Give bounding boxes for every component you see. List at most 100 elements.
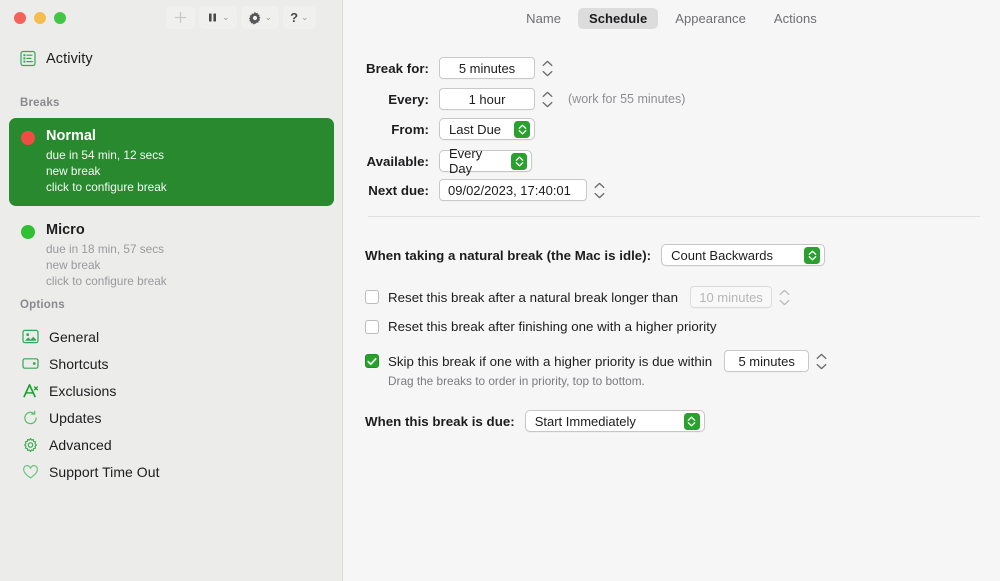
- field-row-every: Every: 1 hour (work for 55 minutes): [351, 88, 685, 110]
- break-item-normal[interactable]: Normal due in 54 min, 12 secs new break …: [9, 118, 334, 206]
- sidebar: ⌄ ⌄ ? ⌄: [0, 0, 343, 581]
- break-for-label: Break for:: [351, 61, 429, 76]
- natural-break-label: When taking a natural break (the Mac is …: [365, 248, 651, 263]
- from-select[interactable]: Last Due: [439, 118, 535, 140]
- main-content: Name Schedule Appearance Actions Break f…: [343, 0, 1000, 581]
- field-row-natural-break: When taking a natural break (the Mac is …: [365, 244, 825, 266]
- natural-break-select[interactable]: Count Backwards: [661, 244, 825, 266]
- sidebar-item-updates[interactable]: Updates: [0, 404, 343, 431]
- sidebar-item-label: Advanced: [49, 437, 112, 453]
- skip-if-higher-priority-duration-input[interactable]: 5 minutes: [724, 350, 809, 372]
- sidebar-item-label: General: [49, 329, 99, 345]
- settings-menu-button[interactable]: ⌄: [241, 6, 280, 29]
- field-row-when-due: When this break is due: Start Immediatel…: [365, 410, 705, 432]
- every-note: (work for 55 minutes): [568, 92, 685, 106]
- break-for-stepper[interactable]: [541, 58, 554, 79]
- support-heart-icon: [22, 464, 39, 480]
- window-traffic-lights: [14, 12, 66, 24]
- add-break-button[interactable]: [166, 6, 195, 29]
- plus-icon: [173, 10, 188, 25]
- available-select[interactable]: Every Day: [439, 150, 532, 172]
- sidebar-item-label: Support Time Out: [49, 464, 160, 480]
- break-status-text: new break: [46, 163, 167, 179]
- chevron-down-icon: ⌄: [301, 13, 309, 22]
- field-row-available: Available: Every Day: [351, 150, 532, 172]
- available-label: Available:: [351, 154, 429, 169]
- next-due-stepper[interactable]: [593, 180, 606, 201]
- skip-if-higher-priority-checkbox[interactable]: [365, 354, 379, 368]
- breaks-list: Normal due in 54 min, 12 secs new break …: [0, 118, 343, 306]
- reset-after-natural-stepper[interactable]: [778, 287, 791, 308]
- break-name: Micro: [46, 221, 167, 240]
- reset-after-higher-priority-label: Reset this break after finishing one wit…: [388, 319, 717, 334]
- exclusions-app-icon: [22, 383, 39, 399]
- app-window: ⌄ ⌄ ? ⌄: [0, 0, 1000, 581]
- break-due-text: due in 18 min, 57 secs: [46, 241, 167, 257]
- chevron-updown-icon: [684, 413, 700, 430]
- break-color-dot: [21, 131, 35, 145]
- reset-after-natural-checkbox[interactable]: [365, 290, 379, 304]
- every-stepper[interactable]: [541, 89, 554, 110]
- chevron-updown-icon: [514, 121, 530, 138]
- next-due-input[interactable]: 09/02/2023, 17:40:01: [439, 179, 587, 201]
- reset-after-higher-priority-checkbox[interactable]: [365, 320, 379, 334]
- from-select-value: Last Due: [449, 122, 501, 137]
- help-menu-button[interactable]: ? ⌄: [283, 6, 316, 29]
- sidebar-item-label: Exclusions: [49, 383, 116, 399]
- field-row-from: From: Last Due: [351, 118, 535, 140]
- gear-icon: [248, 11, 262, 25]
- schedule-form: Break for: 5 minutes Every: 1 hour (work…: [343, 0, 1000, 581]
- field-row-break-for: Break for: 5 minutes: [351, 57, 554, 79]
- priority-drag-hint-text: Drag the breaks to order in priority, to…: [388, 374, 645, 388]
- break-hint-text: click to configure break: [46, 179, 167, 195]
- break-status-text: new break: [46, 257, 167, 273]
- sidebar-item-shortcuts[interactable]: Shortcuts: [0, 350, 343, 377]
- pause-breaks-button[interactable]: ⌄: [199, 6, 237, 29]
- sidebar-section-options: Options: [20, 299, 65, 311]
- window-toolbar: ⌄ ⌄ ? ⌄: [166, 6, 316, 29]
- when-due-select-value: Start Immediately: [535, 414, 636, 429]
- chevron-updown-icon: [511, 153, 527, 170]
- sidebar-item-label: Updates: [49, 410, 102, 426]
- minimize-button[interactable]: [34, 12, 46, 24]
- natural-break-select-value: Count Backwards: [671, 248, 773, 263]
- skip-if-higher-priority-stepper[interactable]: [815, 351, 828, 372]
- question-mark-icon: ?: [290, 11, 298, 24]
- sidebar-item-support-time-out[interactable]: Support Time Out: [0, 458, 343, 485]
- next-due-label: Next due:: [351, 183, 429, 198]
- sidebar-section-breaks: Breaks: [20, 97, 60, 109]
- when-due-label: When this break is due:: [365, 414, 515, 429]
- sidebar-item-advanced[interactable]: Advanced: [0, 431, 343, 458]
- checkmark-icon: [367, 357, 377, 366]
- zoom-button[interactable]: [54, 12, 66, 24]
- chevron-down-icon: ⌄: [222, 13, 230, 22]
- general-picture-icon: [22, 329, 39, 344]
- break-for-input[interactable]: 5 minutes: [439, 57, 535, 79]
- sidebar-item-activity-label: Activity: [46, 51, 93, 67]
- pause-icon: [206, 11, 219, 24]
- field-row-next-due: Next due: 09/02/2023, 17:40:01: [351, 179, 606, 201]
- reset-after-natural-duration-input[interactable]: 10 minutes: [690, 286, 772, 308]
- keyboard-shortcuts-icon: [22, 356, 39, 371]
- updates-refresh-icon: [22, 410, 39, 426]
- options-list: General Shortcuts: [0, 323, 343, 485]
- every-input[interactable]: 1 hour: [439, 88, 535, 110]
- reset-after-natural-label: Reset this break after a natural break l…: [388, 290, 678, 305]
- when-due-select[interactable]: Start Immediately: [525, 410, 705, 432]
- every-label: Every:: [351, 92, 429, 107]
- break-due-text: due in 54 min, 12 secs: [46, 147, 167, 163]
- activity-list-icon: [20, 50, 37, 67]
- field-row-reset-after-natural: Reset this break after a natural break l…: [365, 286, 791, 308]
- skip-if-higher-priority-label: Skip this break if one with a higher pri…: [388, 354, 712, 369]
- sidebar-item-activity[interactable]: Activity: [20, 50, 93, 67]
- break-item-micro[interactable]: Micro due in 18 min, 57 secs new break c…: [9, 212, 334, 300]
- sidebar-item-exclusions[interactable]: Exclusions: [0, 377, 343, 404]
- sidebar-item-general[interactable]: General: [0, 323, 343, 350]
- available-select-value: Every Day: [449, 146, 503, 176]
- advanced-gear-icon: [22, 437, 39, 453]
- sidebar-item-label: Shortcuts: [49, 356, 109, 372]
- priority-drag-hint: Drag the breaks to order in priority, to…: [388, 374, 645, 388]
- chevron-down-icon: ⌄: [265, 13, 273, 22]
- section-divider: [368, 216, 980, 217]
- close-button[interactable]: [14, 12, 26, 24]
